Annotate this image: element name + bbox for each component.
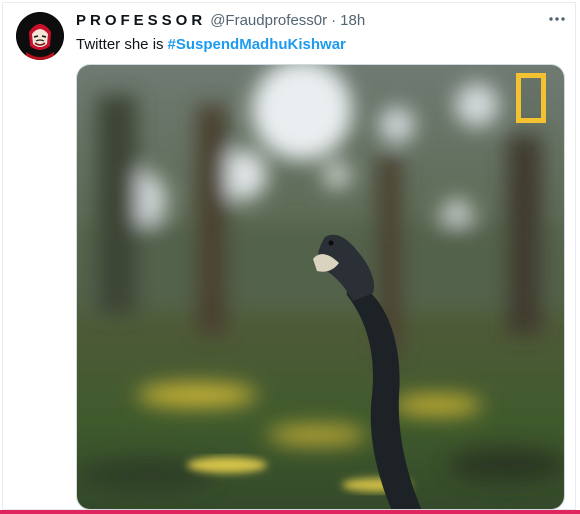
mask-avatar-icon: [16, 12, 64, 60]
display-name[interactable]: PROFESSOR: [76, 12, 206, 29]
tweet-time[interactable]: 18h: [340, 12, 365, 29]
snake-video-thumbnail: [77, 65, 564, 509]
meta-separator: ·: [331, 12, 337, 29]
more-icon[interactable]: [548, 10, 566, 33]
tweet-body: Twitter she is: [76, 36, 164, 53]
tweet-text: Twitter she is #SuspendMadhuKishwar: [76, 36, 346, 53]
video-media[interactable]: [76, 64, 565, 510]
user-handle[interactable]: @Fraudprofess0r: [210, 12, 327, 29]
hashtag-link[interactable]: #SuspendMadhuKishwar: [168, 36, 346, 53]
tweet-header: PROFESSOR @Fraudprofess0r · 18h: [76, 12, 365, 32]
avatar[interactable]: [16, 12, 64, 60]
more-horizontal-icon: [549, 17, 565, 21]
national-geographic-logo: [516, 73, 546, 123]
bottom-divider: [0, 510, 580, 514]
